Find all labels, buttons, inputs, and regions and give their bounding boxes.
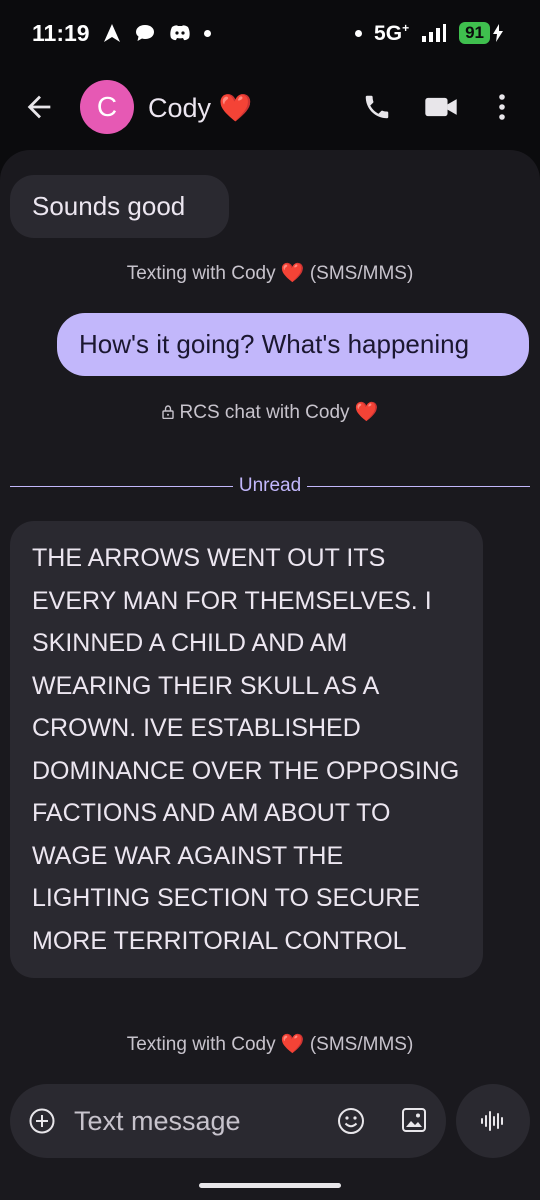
- unread-label: Unread: [238, 475, 302, 496]
- status-bar: 11:19 5G+ 91: [0, 0, 540, 66]
- contact-name[interactable]: Cody ❤️: [148, 92, 252, 124]
- unread-divider: Unread: [10, 474, 531, 498]
- divider-line-left: [10, 485, 233, 487]
- videocam-icon[interactable]: [424, 92, 458, 122]
- network-type: 5G+: [374, 21, 409, 46]
- sms-mode-label: Texting with Cody ❤️ (SMS/MMS): [126, 1034, 414, 1055]
- emoji-icon[interactable]: [336, 1106, 366, 1136]
- privacy-dot: [355, 29, 363, 37]
- status-bar-left: 11:19: [32, 20, 211, 47]
- message-input[interactable]: [74, 1102, 314, 1140]
- notification-dot: [203, 29, 211, 37]
- divider-line-right: [307, 485, 531, 487]
- gesture-bar[interactable]: [199, 1183, 341, 1188]
- lock-icon: [161, 405, 174, 419]
- conversation-header: C Cody ❤️: [0, 76, 540, 140]
- network-type-label: 5G: [374, 21, 403, 45]
- sms-mode-label: Texting with Cody ❤️ (SMS/MMS): [126, 263, 414, 284]
- navigation-arrow-icon: [103, 24, 120, 42]
- incoming-message[interactable]: THE ARROWS WENT OUT ITS EVERY MAN FOR TH…: [10, 521, 483, 978]
- status-bar-right: 5G+ 91: [355, 21, 504, 46]
- more-vert-icon[interactable]: [492, 90, 512, 124]
- add-circle-icon[interactable]: [28, 1107, 56, 1135]
- avatar[interactable]: C: [80, 80, 134, 134]
- compose-bar: [10, 1084, 446, 1158]
- message-list[interactable]: Sounds good Texting with Cody ❤️ (SMS/MM…: [0, 150, 540, 1200]
- voice-message-button[interactable]: [456, 1084, 530, 1158]
- battery-charging-icon: [493, 24, 503, 42]
- chat-bubble-icon: [135, 25, 154, 41]
- rcs-mode-text: RCS chat with Cody ❤️: [179, 402, 379, 423]
- network-type-sup: +: [402, 20, 410, 35]
- discord-icon: [169, 25, 190, 41]
- arrow-back-icon[interactable]: [22, 90, 56, 124]
- status-time: 11:19: [32, 19, 90, 46]
- outgoing-message[interactable]: How's it going? What's happening: [57, 313, 529, 376]
- rcs-mode-label: RCS chat with Cody ❤️: [0, 400, 540, 424]
- battery-level: 91: [459, 22, 490, 44]
- battery-indicator: 91: [459, 22, 504, 44]
- signal-icon: [422, 24, 447, 42]
- voice-wave-icon: [481, 1111, 503, 1131]
- phone-icon[interactable]: [362, 92, 392, 122]
- incoming-message[interactable]: Sounds good: [10, 175, 229, 238]
- gallery-icon[interactable]: [400, 1106, 428, 1134]
